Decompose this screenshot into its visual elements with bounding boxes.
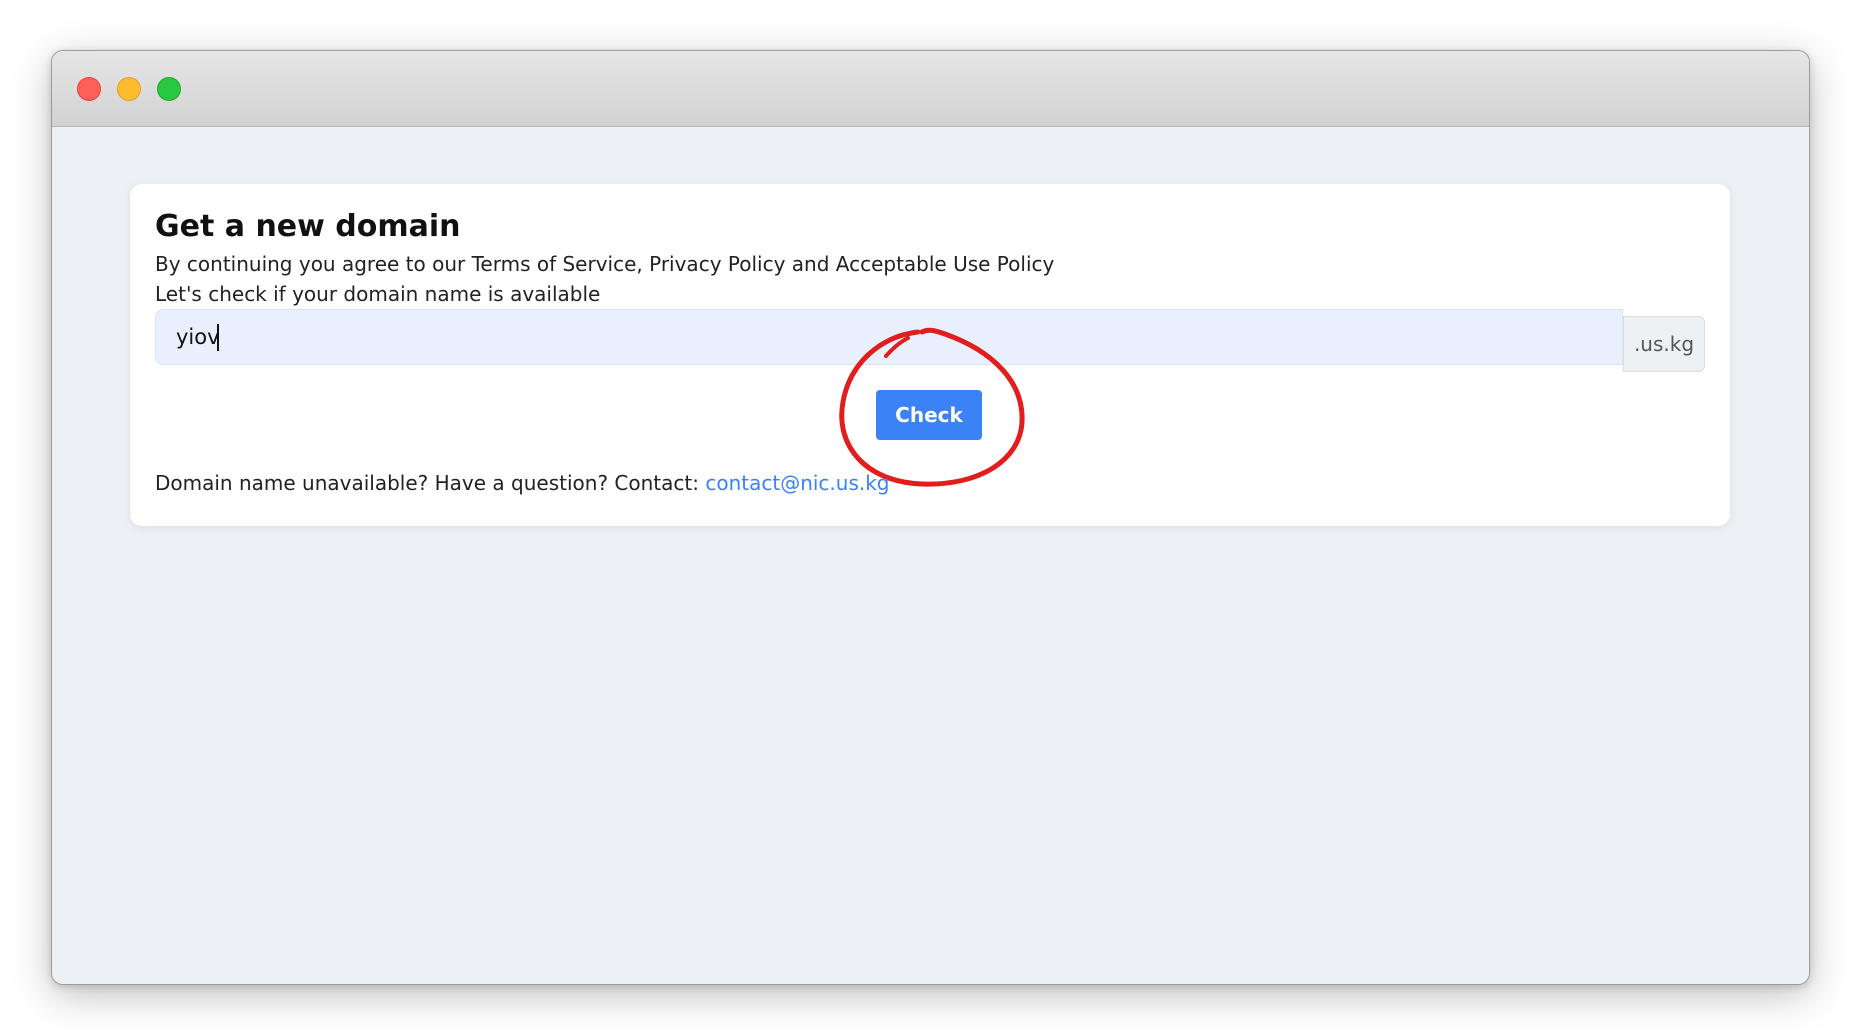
domain-input-group: .us.kg <box>155 309 1705 372</box>
page-content: Get a new domain By continuing you agree… <box>52 127 1809 984</box>
text-caret <box>217 324 219 351</box>
terms-text: By continuing you agree to our Terms of … <box>155 252 1055 276</box>
check-button[interactable]: Check <box>876 390 982 440</box>
domain-name-input[interactable] <box>155 309 1623 365</box>
maximize-window-button[interactable] <box>157 77 181 101</box>
availability-prompt: Let's check if your domain name is avail… <box>155 282 601 306</box>
domain-suffix: .us.kg <box>1623 316 1705 372</box>
contact-email-link[interactable]: contact@nic.us.kg <box>705 471 889 495</box>
contact-prefix: Domain name unavailable? Have a question… <box>155 471 706 495</box>
domain-card: Get a new domain By continuing you agree… <box>130 184 1730 526</box>
window-titlebar <box>52 51 1809 127</box>
page-title: Get a new domain <box>155 209 461 244</box>
close-window-button[interactable] <box>77 77 101 101</box>
contact-line: Domain name unavailable? Have a question… <box>155 471 890 495</box>
browser-window: Get a new domain By continuing you agree… <box>51 50 1810 985</box>
minimize-window-button[interactable] <box>117 77 141 101</box>
